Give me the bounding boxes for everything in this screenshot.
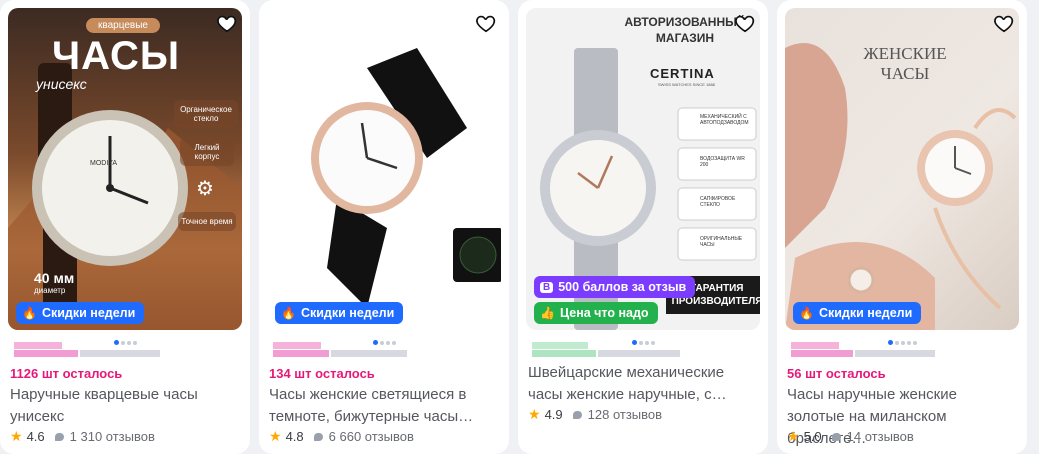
rating-row: ★ 4.8 6 660 отзывов [269,428,414,445]
size-value: 40 мм [34,270,75,286]
price-blurred [8,340,248,360]
review-bubble-icon [572,410,582,419]
product-image[interactable]: кварцевые ЧАСЫ унисекс Органическое стек… [8,8,242,330]
stock-left: 134 шт осталось [269,366,375,381]
promo-badge: 🔥 Скидки недели [16,302,145,324]
price-blurred [526,340,766,360]
reviews-count[interactable]: 128 отзывов [588,407,662,422]
points-icon: B [540,281,554,293]
brand-logo: CERTINA [650,66,715,81]
product-title[interactable]: Швейцарские механические часы женские на… [528,362,758,406]
gear-icon: ⚙ [196,178,214,200]
image-subheadline: унисекс [36,76,87,92]
feature-item: Легкий корпус [180,138,234,166]
rating-value: 4.6 [26,429,45,444]
rating-row: ★ 5.0 14 отзывов [787,428,914,445]
image-headline: ЧАСЫ [52,34,181,78]
image-headline: ЖЕНСКИЕ ЧАСЫ [863,44,947,83]
stock-left: 56 шт осталось [787,366,886,381]
reviews-count[interactable]: 14 отзывов [847,429,914,444]
product-image[interactable]: ЖЕНСКИЕ ЧАСЫ [785,8,1019,330]
price-blurred [785,340,1025,360]
good-price-badge: 👍 Цена что надо [534,302,658,324]
watch-illustration [311,48,501,308]
brand-subtitle: SWISS WATCHES SINCE 1888 [658,82,715,87]
review-bubble-icon [54,432,64,441]
star-icon: ★ [269,428,282,444]
product-card[interactable]: кварцевые ЧАСЫ унисекс Органическое стек… [0,0,250,454]
fire-icon: 🔥 [22,306,37,320]
rating-value: 4.8 [285,429,304,444]
feature-item: МЕХАНИЧЕСКИЙ С АВТОПОДЗАВОДОМ [700,114,749,126]
stock-left: 1126 шт осталось [10,366,123,381]
review-bubble-icon [831,432,841,441]
feature-item: ВОДОЗАЩИТА WR 200 [700,156,745,168]
product-title[interactable]: Часы женские светящиеся в темноте, бижут… [269,384,499,428]
heart-icon[interactable] [734,12,756,34]
feature-item: Органическое стекло [174,100,238,128]
star-icon: ★ [10,428,23,444]
star-icon: ★ [787,428,800,444]
heart-icon[interactable] [475,12,497,34]
rating-row: ★ 4.9 128 отзывов [528,406,662,423]
fire-icon: 🔥 [281,306,296,320]
rating-value: 4.9 [544,407,563,422]
promo-badge: 🔥 Скидки недели [275,302,404,324]
reviews-count[interactable]: 6 660 отзывов [329,429,414,444]
review-bubble-icon [313,432,323,441]
price-blurred [267,340,507,360]
heart-icon[interactable] [216,12,238,34]
fire-icon: 🔥 [799,306,814,320]
product-image[interactable] [267,8,501,330]
product-card[interactable]: ЖЕНСКИЕ ЧАСЫ 🔥 Скидки недели 56 шт остало… [777,0,1027,454]
feature-item: Точное время [178,212,236,231]
heart-icon[interactable] [993,12,1015,34]
product-title[interactable]: Наручные кварцевые часы унисекс [10,384,240,428]
reviews-bonus-badge: B 500 баллов за отзыв [534,276,696,298]
promo-badge: 🔥 Скидки недели [793,302,922,324]
reviews-count[interactable]: 1 310 отзывов [70,429,155,444]
product-card[interactable]: АВТОРИЗОВАННЫЙ МАГАЗИН CERTINA SWISS WAT… [518,0,768,454]
dial-brand: MODIYA [90,160,118,167]
star-icon: ★ [528,406,541,422]
thumbs-up-icon: 👍 [540,306,555,320]
feature-item: ОРИГИНАЛЬНЫЕ ЧАСЫ [700,236,743,248]
product-card[interactable]: 🔥 Скидки недели 134 шт осталось Часы женс… [259,0,509,454]
rating-value: 5.0 [803,429,822,444]
rating-row: ★ 4.6 1 310 отзывов [10,428,155,445]
size-label: диаметр [34,286,66,295]
feature-item: САПФИРОВОЕ СТЕКЛО [700,196,736,208]
image-tag: кварцевые [86,18,160,33]
